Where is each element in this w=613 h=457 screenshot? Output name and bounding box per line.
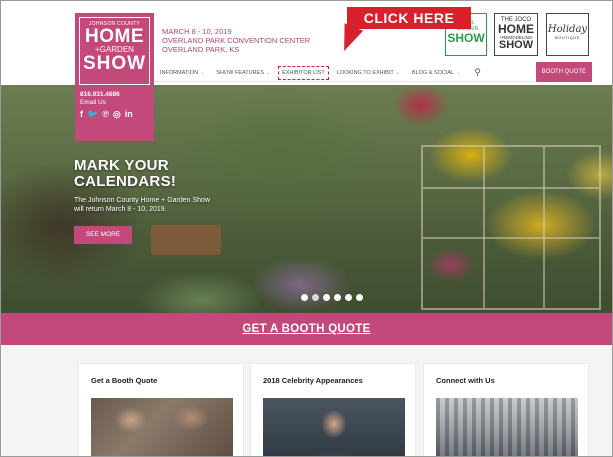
- people-at-booth-photo[interactable]: [91, 398, 233, 456]
- chevron-down-icon: ⌄: [200, 69, 205, 76]
- event-city: OVERLAND PARK, KS: [162, 45, 240, 54]
- flower-pot-decoration: [151, 225, 221, 255]
- partner-logo-text: HOME: [498, 22, 534, 36]
- card-title: 2018 Celebrity Appearances: [263, 376, 363, 385]
- partner-logo-text: Holiday: [547, 24, 588, 35]
- partner-logo-text: SHOW: [498, 39, 534, 51]
- email-link[interactable]: Email Us: [80, 99, 120, 107]
- twitter-icon[interactable]: 🐦: [87, 109, 98, 119]
- nav-item-label: LOOKING TO EXHIBIT: [336, 69, 394, 76]
- pinterest-icon[interactable]: ℗: [102, 109, 109, 119]
- linkedin-icon[interactable]: in: [125, 109, 133, 119]
- event-venue: OVERLAND PARK CONVENTION CENTER: [162, 36, 311, 45]
- card-connect-with-us[interactable]: Connect with Us: [423, 363, 589, 456]
- cart-rail: [423, 187, 599, 189]
- partner-logo-holiday-boutique[interactable]: Holiday BOUTIQUE: [546, 13, 589, 56]
- chevron-down-icon: ⌄: [395, 69, 400, 76]
- card-celebrity-appearances[interactable]: 2018 Celebrity Appearances: [250, 363, 416, 456]
- click-here-callout: CLICK HERE: [347, 7, 471, 29]
- browser-viewport: MARCH 8 - 10, 2019 OVERLAND PARK CONVENT…: [0, 0, 613, 457]
- event-info: MARCH 8 - 10, 2019 OVERLAND PARK CONVENT…: [162, 27, 310, 54]
- partner-logo-text: BOUTIQUE: [555, 35, 580, 40]
- social-links: f 🐦 ℗ ◎ in: [80, 109, 133, 119]
- crowded-show-floor-photo[interactable]: [436, 398, 578, 456]
- partner-logo-text: SHOW: [447, 31, 485, 45]
- slider-dot[interactable]: [356, 294, 363, 301]
- nav-item-label: BLOG & SOCIAL: [411, 69, 455, 76]
- slider-dot[interactable]: [301, 294, 308, 301]
- garden-cart-decoration: [421, 145, 601, 310]
- feature-cards: Get a Booth Quote 2018 Celebrity Appeara…: [1, 345, 612, 456]
- contact-info: 816.931.4686 Email Us: [80, 91, 120, 106]
- nav-item-looking-to-exhibit[interactable]: LOOKING TO EXHIBIT ⌄: [331, 64, 406, 82]
- nav-item-label: INFORMATION: [160, 69, 199, 76]
- chevron-down-icon: ⌄: [456, 69, 461, 76]
- hero-subtitle-line: The Johnson County Home + Garden Show: [74, 197, 210, 204]
- slider-dot[interactable]: [334, 294, 341, 301]
- booth-quote-button[interactable]: BOOTH QUOTE: [535, 61, 592, 82]
- site-logo[interactable]: JOHNSON COUNTY HOME +GARDEN SHOW: [79, 17, 150, 85]
- facebook-icon[interactable]: f: [80, 109, 83, 119]
- hero-subtitle: The Johnson County Home + Garden Show wi…: [74, 197, 210, 214]
- hero-subtitle-line: will return March 8 - 10, 2019.: [74, 205, 167, 213]
- instagram-icon[interactable]: ◎: [113, 109, 121, 119]
- hero-title-line: CALENDARS!: [74, 173, 177, 190]
- cart-rail: [483, 147, 485, 308]
- nav-item-show-features[interactable]: SHOW FEATURES ⌄: [210, 64, 276, 82]
- slider-dots: [301, 294, 363, 301]
- partner-logo-joco-home-remodeling-show[interactable]: THE JOCO HOME +REMODELING SHOW: [494, 13, 538, 56]
- nav-item-information[interactable]: INFORMATION ⌄: [154, 64, 210, 82]
- card-title: Get a Booth Quote: [91, 376, 158, 385]
- celebrity-portrait-photo[interactable]: [263, 398, 405, 456]
- get-booth-quote-link[interactable]: GET A BOOTH QUOTE: [242, 323, 370, 335]
- phone-number[interactable]: 816.931.4686: [80, 91, 120, 99]
- main-nav: INFORMATION ⌄ SHOW FEATURES ⌄ EXHIBITOR LI…: [154, 61, 592, 82]
- hero-title: MARK YOUR CALENDARS!: [74, 158, 176, 190]
- card-booth-quote[interactable]: Get a Booth Quote: [78, 363, 244, 456]
- nav-item-label: EXHIBITOR LIST: [282, 69, 325, 76]
- nav-item-blog-social[interactable]: BLOG & SOCIAL ⌄: [406, 64, 466, 82]
- slider-dot[interactable]: [312, 294, 319, 301]
- slider-dot[interactable]: [323, 294, 330, 301]
- event-dates: MARCH 8 - 10, 2019: [162, 27, 232, 36]
- search-icon[interactable]: ⚲: [466, 67, 489, 78]
- hero-title-line: MARK YOUR: [74, 157, 169, 174]
- logo-show-text: SHOW: [82, 53, 147, 74]
- card-title: Connect with Us: [436, 376, 495, 385]
- nav-item-label: SHOW FEATURES: [216, 69, 264, 76]
- booth-quote-banner: GET A BOOTH QUOTE: [1, 313, 612, 345]
- slider-dot[interactable]: [345, 294, 352, 301]
- site-logo-panel: JOHNSON COUNTY HOME +GARDEN SHOW 816.931…: [75, 13, 154, 141]
- cart-rail: [423, 237, 599, 239]
- see-more-button[interactable]: SEE MORE: [74, 226, 132, 244]
- logo-home-text: HOME: [85, 26, 144, 47]
- cart-rail: [543, 147, 545, 308]
- chevron-down-icon: ⌄: [265, 69, 271, 76]
- nav-item-exhibitor-list[interactable]: EXHIBITOR LIST: [276, 64, 331, 82]
